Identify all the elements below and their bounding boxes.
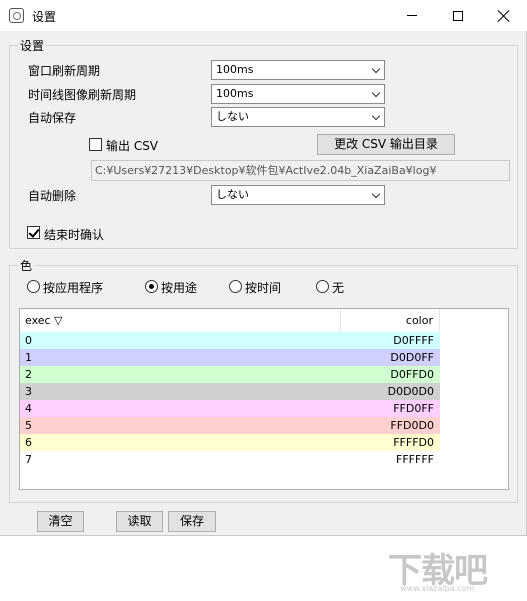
output-csv-label: 输出 CSV: [106, 139, 159, 153]
radio-by-purpose-label: 按用途: [161, 281, 198, 295]
auto-delete-select[interactable]: しない: [211, 185, 385, 205]
minimize-button[interactable]: [389, 0, 435, 31]
radio-by-application-label: 按应用程序: [43, 281, 104, 295]
save-button[interactable]: 保存: [168, 511, 216, 532]
radio-by-time[interactable]: [229, 280, 242, 293]
table-row[interactable]: 1 D0D0FF: [20, 349, 440, 366]
app-icon: [9, 8, 24, 23]
auto-save-value: しない: [216, 110, 249, 123]
read-button[interactable]: 读取: [116, 511, 163, 532]
title-bar: 设置: [0, 0, 527, 31]
radio-by-time-label: 按时间: [245, 281, 282, 295]
chevron-down-icon: [371, 189, 381, 199]
auto-delete-label: 自动删除: [28, 189, 77, 203]
auto-save-label: 自动保存: [28, 111, 77, 125]
close-button[interactable]: [481, 0, 527, 31]
row-color-cell: FFFFD0: [393, 436, 434, 449]
row-color-cell: FFD0FF: [393, 402, 434, 415]
timeline-refresh-value: 100ms: [216, 87, 254, 100]
timeline-refresh-select[interactable]: 100ms: [211, 84, 385, 104]
color-group-label: 色: [18, 257, 35, 274]
table-row[interactable]: 5 FFD0D0: [20, 417, 440, 434]
maximize-button[interactable]: [435, 0, 481, 31]
row-exec-cell: 6: [25, 436, 32, 449]
settings-group-label: 设置: [18, 37, 47, 54]
row-color-cell: D0D0FF: [390, 351, 434, 364]
chevron-down-icon: [371, 88, 381, 98]
radio-by-application[interactable]: [27, 280, 40, 293]
minimize-icon: [407, 15, 417, 16]
row-exec-cell: 4: [25, 402, 32, 415]
column-divider: [439, 309, 440, 332]
radio-by-purpose[interactable]: [145, 280, 158, 293]
row-exec-cell: 5: [25, 419, 32, 432]
clear-button[interactable]: 清空: [37, 511, 84, 532]
row-color-cell: D0FFD0: [390, 368, 434, 381]
csv-path-field[interactable]: C:¥Users¥27213¥Desktop¥软件包¥ActIve2.04b_X…: [91, 160, 510, 181]
chevron-down-icon: [371, 111, 381, 121]
window-refresh-value: 100ms: [216, 63, 254, 76]
row-exec-cell: 1: [25, 351, 32, 364]
chevron-down-icon: [371, 64, 381, 74]
auto-save-select[interactable]: しない: [211, 107, 385, 127]
maximize-icon: [453, 10, 463, 21]
confirm-on-exit-checkbox[interactable]: [27, 226, 40, 239]
row-exec-cell: 3: [25, 385, 32, 398]
row-color-cell: FFFFFF: [396, 453, 434, 466]
row-color-cell: D0FFFF: [393, 334, 434, 347]
close-icon: [498, 10, 510, 22]
timeline-refresh-label: 时间线图像刷新周期: [28, 88, 137, 102]
confirm-on-exit-label: 结束时确认: [44, 228, 105, 242]
row-exec-cell: 2: [25, 368, 32, 381]
window-refresh-select[interactable]: 100ms: [211, 60, 385, 80]
column-header-exec[interactable]: exec ▽: [25, 314, 63, 327]
table-row[interactable]: 7 FFFFFF: [20, 451, 440, 468]
window-title: 设置: [32, 10, 57, 24]
table-row[interactable]: 6 FFFFD0: [20, 434, 440, 451]
table-row[interactable]: 4 FFD0FF: [20, 400, 440, 417]
window-refresh-label: 窗口刷新周期: [28, 64, 101, 78]
settings-window: 设置 设置 窗口刷新周期 100ms 时间线图像刷新周期 100ms 自动保存 …: [0, 0, 527, 536]
row-exec-cell: 0: [25, 334, 32, 347]
color-list[interactable]: exec ▽ color 0 D0FFFF 1 D0D0FF 2 D0FFD0 3 D0D0D…: [19, 308, 509, 490]
change-csv-dir-button[interactable]: 更改 CSV 输出目录: [317, 134, 455, 155]
radio-none[interactable]: [316, 280, 329, 293]
column-header-color[interactable]: color: [340, 314, 433, 327]
row-color-cell: D0D0D0: [387, 385, 434, 398]
row-exec-cell: 7: [25, 453, 32, 466]
table-row[interactable]: 0 D0FFFF: [20, 332, 440, 349]
table-row[interactable]: 2 D0FFD0: [20, 366, 440, 383]
list-header: exec ▽ color: [20, 309, 440, 332]
output-csv-checkbox[interactable]: [89, 138, 102, 151]
row-color-cell: FFD0D0: [390, 419, 434, 432]
auto-delete-value: しない: [216, 188, 249, 201]
watermark-url: www.xiazaiba.com: [400, 584, 475, 593]
radio-none-label: 无: [332, 281, 345, 295]
table-row[interactable]: 3 D0D0D0: [20, 383, 440, 400]
